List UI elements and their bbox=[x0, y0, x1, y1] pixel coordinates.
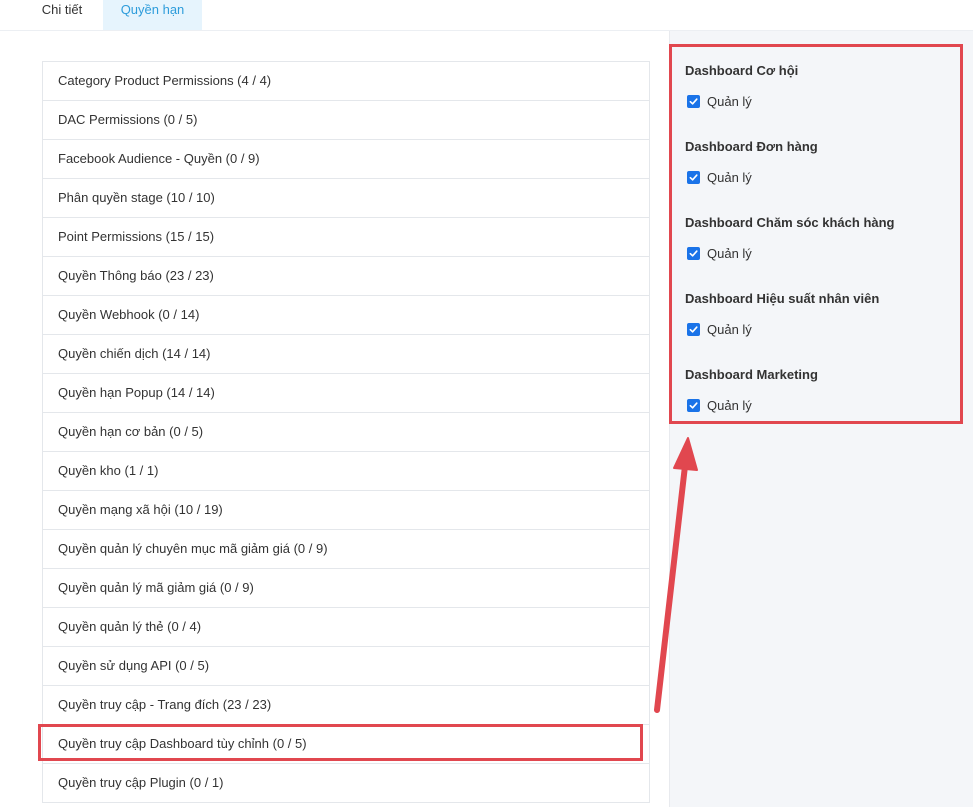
manage-checkbox-row[interactable]: Quản lý bbox=[685, 246, 895, 261]
checkbox-checked-icon[interactable] bbox=[687, 323, 700, 336]
group-title: Dashboard Chăm sóc khách hàng bbox=[685, 215, 895, 230]
list-item[interactable]: DAC Permissions (0 / 5) bbox=[43, 101, 649, 140]
tab-bar: Chi tiết Quyền hạn bbox=[0, 0, 973, 31]
manage-checkbox-row[interactable]: Quản lý bbox=[685, 94, 798, 109]
checkbox-label: Quản lý bbox=[707, 94, 752, 109]
checkbox-checked-icon[interactable] bbox=[687, 247, 700, 260]
list-item[interactable]: Quyền quản lý mã giảm giá (0 / 9) bbox=[43, 569, 649, 608]
tab-detail[interactable]: Chi tiết bbox=[26, 0, 98, 30]
permission-list: Category Product Permissions (4 / 4) DAC… bbox=[42, 61, 650, 803]
checkbox-checked-icon[interactable] bbox=[687, 399, 700, 412]
group-title: Dashboard Hiệu suất nhân viên bbox=[685, 291, 880, 306]
list-item[interactable]: Quyền mạng xã hội (10 / 19) bbox=[43, 491, 649, 530]
list-item[interactable]: Quyền chiến dịch (14 / 14) bbox=[43, 335, 649, 374]
list-item[interactable]: Quyền quản lý chuyên mục mã giảm giá (0 … bbox=[43, 530, 649, 569]
dashboard-group: Dashboard Chăm sóc khách hàng Quản lý bbox=[685, 215, 895, 261]
dashboard-group: Dashboard Marketing Quản lý bbox=[685, 367, 818, 413]
manage-checkbox-row[interactable]: Quản lý bbox=[685, 398, 818, 413]
list-item[interactable]: Quyền truy cập - Trang đích (23 / 23) bbox=[43, 686, 649, 725]
list-item[interactable]: Quyền sử dụng API (0 / 5) bbox=[43, 647, 649, 686]
dashboard-group: Dashboard Hiệu suất nhân viên Quản lý bbox=[685, 291, 879, 337]
tab-permissions[interactable]: Quyền hạn bbox=[103, 0, 202, 30]
checkbox-checked-icon[interactable] bbox=[687, 171, 700, 184]
list-item[interactable]: Quyền hạn Popup (14 / 14) bbox=[43, 374, 649, 413]
list-item[interactable]: Phân quyền stage (10 / 10) bbox=[43, 179, 649, 218]
checkbox-label: Quản lý bbox=[707, 246, 752, 261]
list-item[interactable]: Quyền Webhook (0 / 14) bbox=[43, 296, 649, 335]
list-item[interactable]: Quyền truy cập Plugin (0 / 1) bbox=[43, 764, 649, 803]
permission-list-area: Category Product Permissions (4 / 4) DAC… bbox=[0, 31, 669, 807]
list-item-selected[interactable]: Quyền truy cập Dashboard tùy chỉnh (0 / … bbox=[43, 725, 649, 764]
list-item[interactable]: Quyền Thông báo (23 / 23) bbox=[43, 257, 649, 296]
list-item[interactable]: Quyền kho (1 / 1) bbox=[43, 452, 649, 491]
checkbox-label: Quản lý bbox=[707, 170, 752, 185]
manage-checkbox-row[interactable]: Quản lý bbox=[685, 322, 879, 337]
group-title: Dashboard Marketing bbox=[685, 367, 818, 382]
checkbox-checked-icon[interactable] bbox=[687, 95, 700, 108]
dashboard-group: Dashboard Đơn hàng Quản lý bbox=[685, 139, 818, 185]
group-title: Dashboard Cơ hội bbox=[685, 63, 799, 78]
list-item[interactable]: Quyền quản lý thẻ (0 / 4) bbox=[43, 608, 649, 647]
dashboard-permissions-panel: Dashboard Cơ hội Quản lý Dashboard Đơn h… bbox=[669, 44, 963, 424]
list-item[interactable]: Facebook Audience - Quyền (0 / 9) bbox=[43, 140, 649, 179]
checkbox-label: Quản lý bbox=[707, 322, 752, 337]
dashboard-group: Dashboard Cơ hội Quản lý bbox=[685, 63, 798, 109]
list-item[interactable]: Category Product Permissions (4 / 4) bbox=[43, 62, 649, 101]
list-item[interactable]: Quyền hạn cơ bản (0 / 5) bbox=[43, 413, 649, 452]
group-title: Dashboard Đơn hàng bbox=[685, 139, 818, 154]
checkbox-label: Quản lý bbox=[707, 398, 752, 413]
list-item[interactable]: Point Permissions (15 / 15) bbox=[43, 218, 649, 257]
manage-checkbox-row[interactable]: Quản lý bbox=[685, 170, 818, 185]
